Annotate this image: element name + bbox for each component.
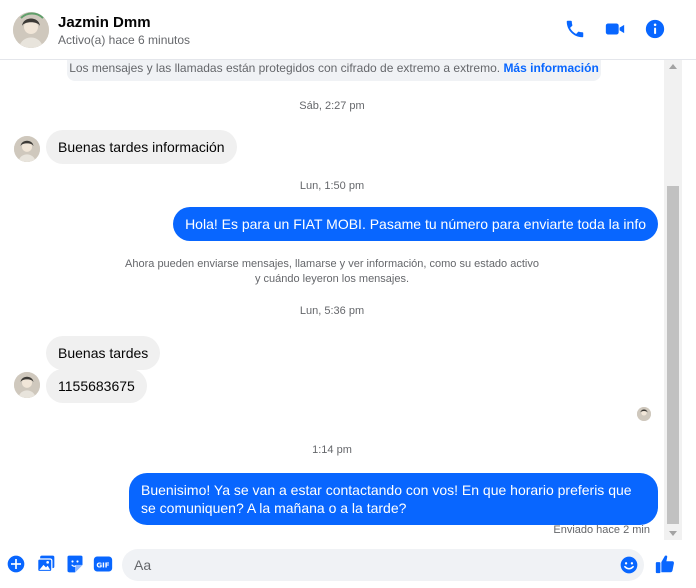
- video-call-icon[interactable]: [604, 18, 626, 40]
- thread-scrollbar[interactable]: [664, 60, 682, 540]
- plus-circle-icon[interactable]: [6, 554, 26, 574]
- system-message: Ahora pueden enviarse mensajes, llamarse…: [0, 257, 664, 287]
- gif-icon[interactable]: GIF: [93, 554, 113, 574]
- scrollbar-thumb[interactable]: [667, 186, 679, 524]
- svg-text:GIF: GIF: [96, 560, 109, 569]
- read-receipt-avatar: [637, 407, 651, 421]
- message-composer: GIF: [0, 540, 696, 588]
- contact-avatar[interactable]: [13, 12, 49, 48]
- timestamp: Sáb, 2:27 pm: [299, 100, 365, 112]
- incoming-message[interactable]: Buenas tardes información: [46, 130, 237, 164]
- contact-name[interactable]: Jazmin Dmm: [58, 14, 151, 31]
- message-thread[interactable]: Los mensajes y las llamadas están proteg…: [0, 60, 664, 540]
- system-message-line: y cuándo leyeron los mensajes.: [254, 273, 410, 285]
- encryption-notice-text: Los mensajes y las llamadas están proteg…: [69, 61, 501, 75]
- message-input[interactable]: [122, 549, 644, 581]
- phone-call-icon[interactable]: [564, 18, 586, 40]
- incoming-message[interactable]: 1155683675: [46, 369, 147, 403]
- timestamp: 1:14 pm: [312, 444, 352, 456]
- sent-status: Enviado hace 2 min: [553, 524, 650, 536]
- info-icon[interactable]: [644, 18, 666, 40]
- image-icon[interactable]: [36, 554, 56, 574]
- system-message-line: Ahora pueden enviarse mensajes, llamarse…: [125, 258, 539, 270]
- sticker-icon[interactable]: [65, 554, 85, 574]
- incoming-message[interactable]: Buenas tardes: [46, 336, 161, 370]
- encryption-notice: Los mensajes y las llamadas están proteg…: [67, 60, 601, 81]
- more-info-link[interactable]: Más información: [503, 61, 598, 75]
- scroll-up-arrow-icon[interactable]: [669, 64, 677, 69]
- contact-avatar-small: [14, 136, 40, 162]
- emoji-icon[interactable]: [619, 555, 639, 575]
- like-thumbs-up-icon[interactable]: [654, 553, 674, 574]
- timestamp: Lun, 1:50 pm: [299, 180, 365, 192]
- outgoing-message[interactable]: Hola! Es para un FIAT MOBI. Pasame tu nú…: [173, 207, 658, 241]
- chat-header: Jazmin Dmm Activo(a) hace 6 minutos: [0, 0, 696, 60]
- contact-avatar-small: [14, 372, 40, 398]
- scroll-down-arrow-icon[interactable]: [669, 531, 677, 536]
- outgoing-message[interactable]: Buenisimo! Ya se van a estar contactando…: [129, 473, 658, 525]
- contact-status: Activo(a) hace 6 minutos: [58, 33, 191, 47]
- timestamp: Lun, 5:36 pm: [299, 305, 365, 317]
